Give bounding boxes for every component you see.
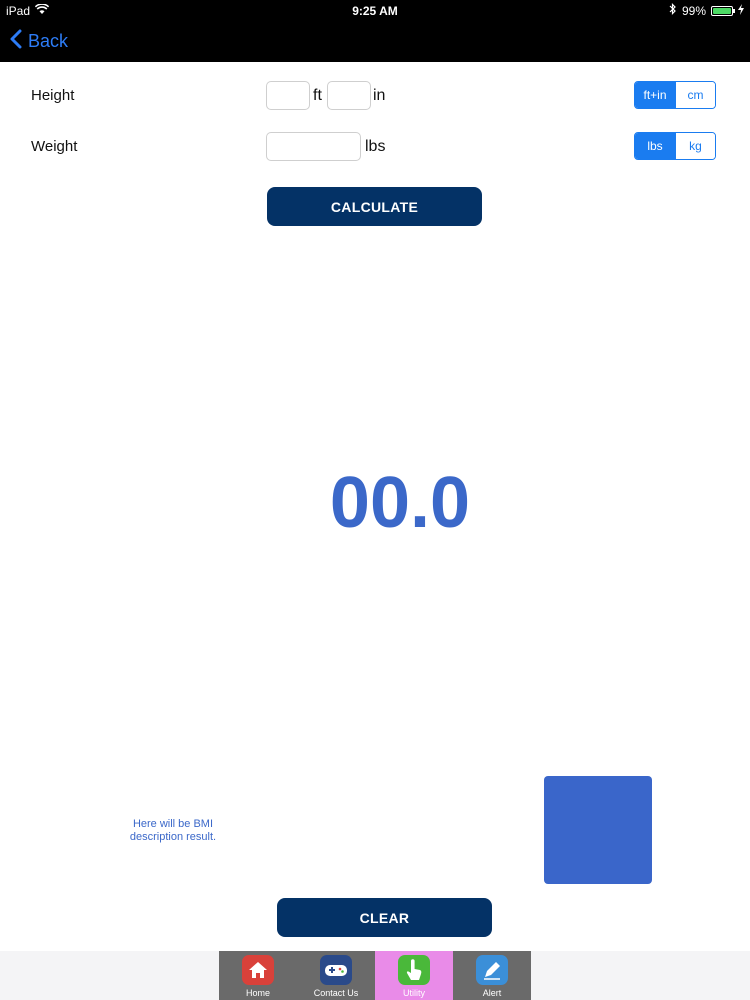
pen-icon <box>476 955 508 985</box>
gamepad-icon <box>320 955 352 985</box>
clear-button[interactable]: CLEAR <box>277 898 492 937</box>
bluetooth-icon <box>669 3 677 18</box>
weight-input[interactable] <box>266 132 361 161</box>
height-inches-input[interactable] <box>327 81 371 110</box>
height-label: Height <box>31 87 75 104</box>
home-icon <box>242 955 274 985</box>
tab-home[interactable]: Home <box>219 951 297 1000</box>
weight-unit-lbs[interactable]: lbs <box>635 133 675 159</box>
height-unit-segmented-control: ft+in cm <box>634 81 716 109</box>
chevron-left-icon <box>10 29 22 54</box>
height-unit-cm[interactable]: cm <box>675 82 715 108</box>
navigation-bar: Back <box>0 22 750 62</box>
weight-unit-kg[interactable]: kg <box>675 133 715 159</box>
inches-unit-label: in <box>373 87 386 104</box>
tab-bar: Home Contact Us Utility Alert <box>219 951 531 1000</box>
hand-pointer-icon <box>398 955 430 985</box>
weight-unit-segmented-control: lbs kg <box>634 132 716 160</box>
bmi-result-value: 00.0 <box>329 463 471 543</box>
tab-alert[interactable]: Alert <box>453 951 531 1000</box>
weight-label: Weight <box>31 138 78 155</box>
bmi-description: Here will be BMI description result. <box>129 818 217 843</box>
tab-utility-label: Utility <box>403 988 425 998</box>
feet-unit-label: ft <box>313 87 322 104</box>
back-label: Back <box>28 31 69 51</box>
tab-home-label: Home <box>245 988 270 998</box>
back-button[interactable]: Back <box>10 29 68 54</box>
tab-contact-us-label: Contact Us <box>313 988 359 998</box>
tab-alert-label: Alert <box>482 988 502 998</box>
status-bar: iPad 9:25 AM 99% <box>0 0 750 22</box>
charging-icon <box>738 3 744 18</box>
weight-unit-label: lbs <box>365 138 386 155</box>
tab-contact-us[interactable]: Contact Us <box>297 951 375 1000</box>
calculate-button[interactable]: CALCULATE <box>267 187 482 226</box>
tab-utility[interactable]: Utility <box>375 951 453 1000</box>
battery-icon <box>711 5 735 16</box>
height-unit-ft-in[interactable]: ft+in <box>635 82 675 108</box>
bmi-color-indicator <box>544 776 652 884</box>
battery-percent: 99% <box>681 3 706 18</box>
height-feet-input[interactable] <box>266 81 310 110</box>
status-time: 9:25 AM <box>352 4 398 18</box>
